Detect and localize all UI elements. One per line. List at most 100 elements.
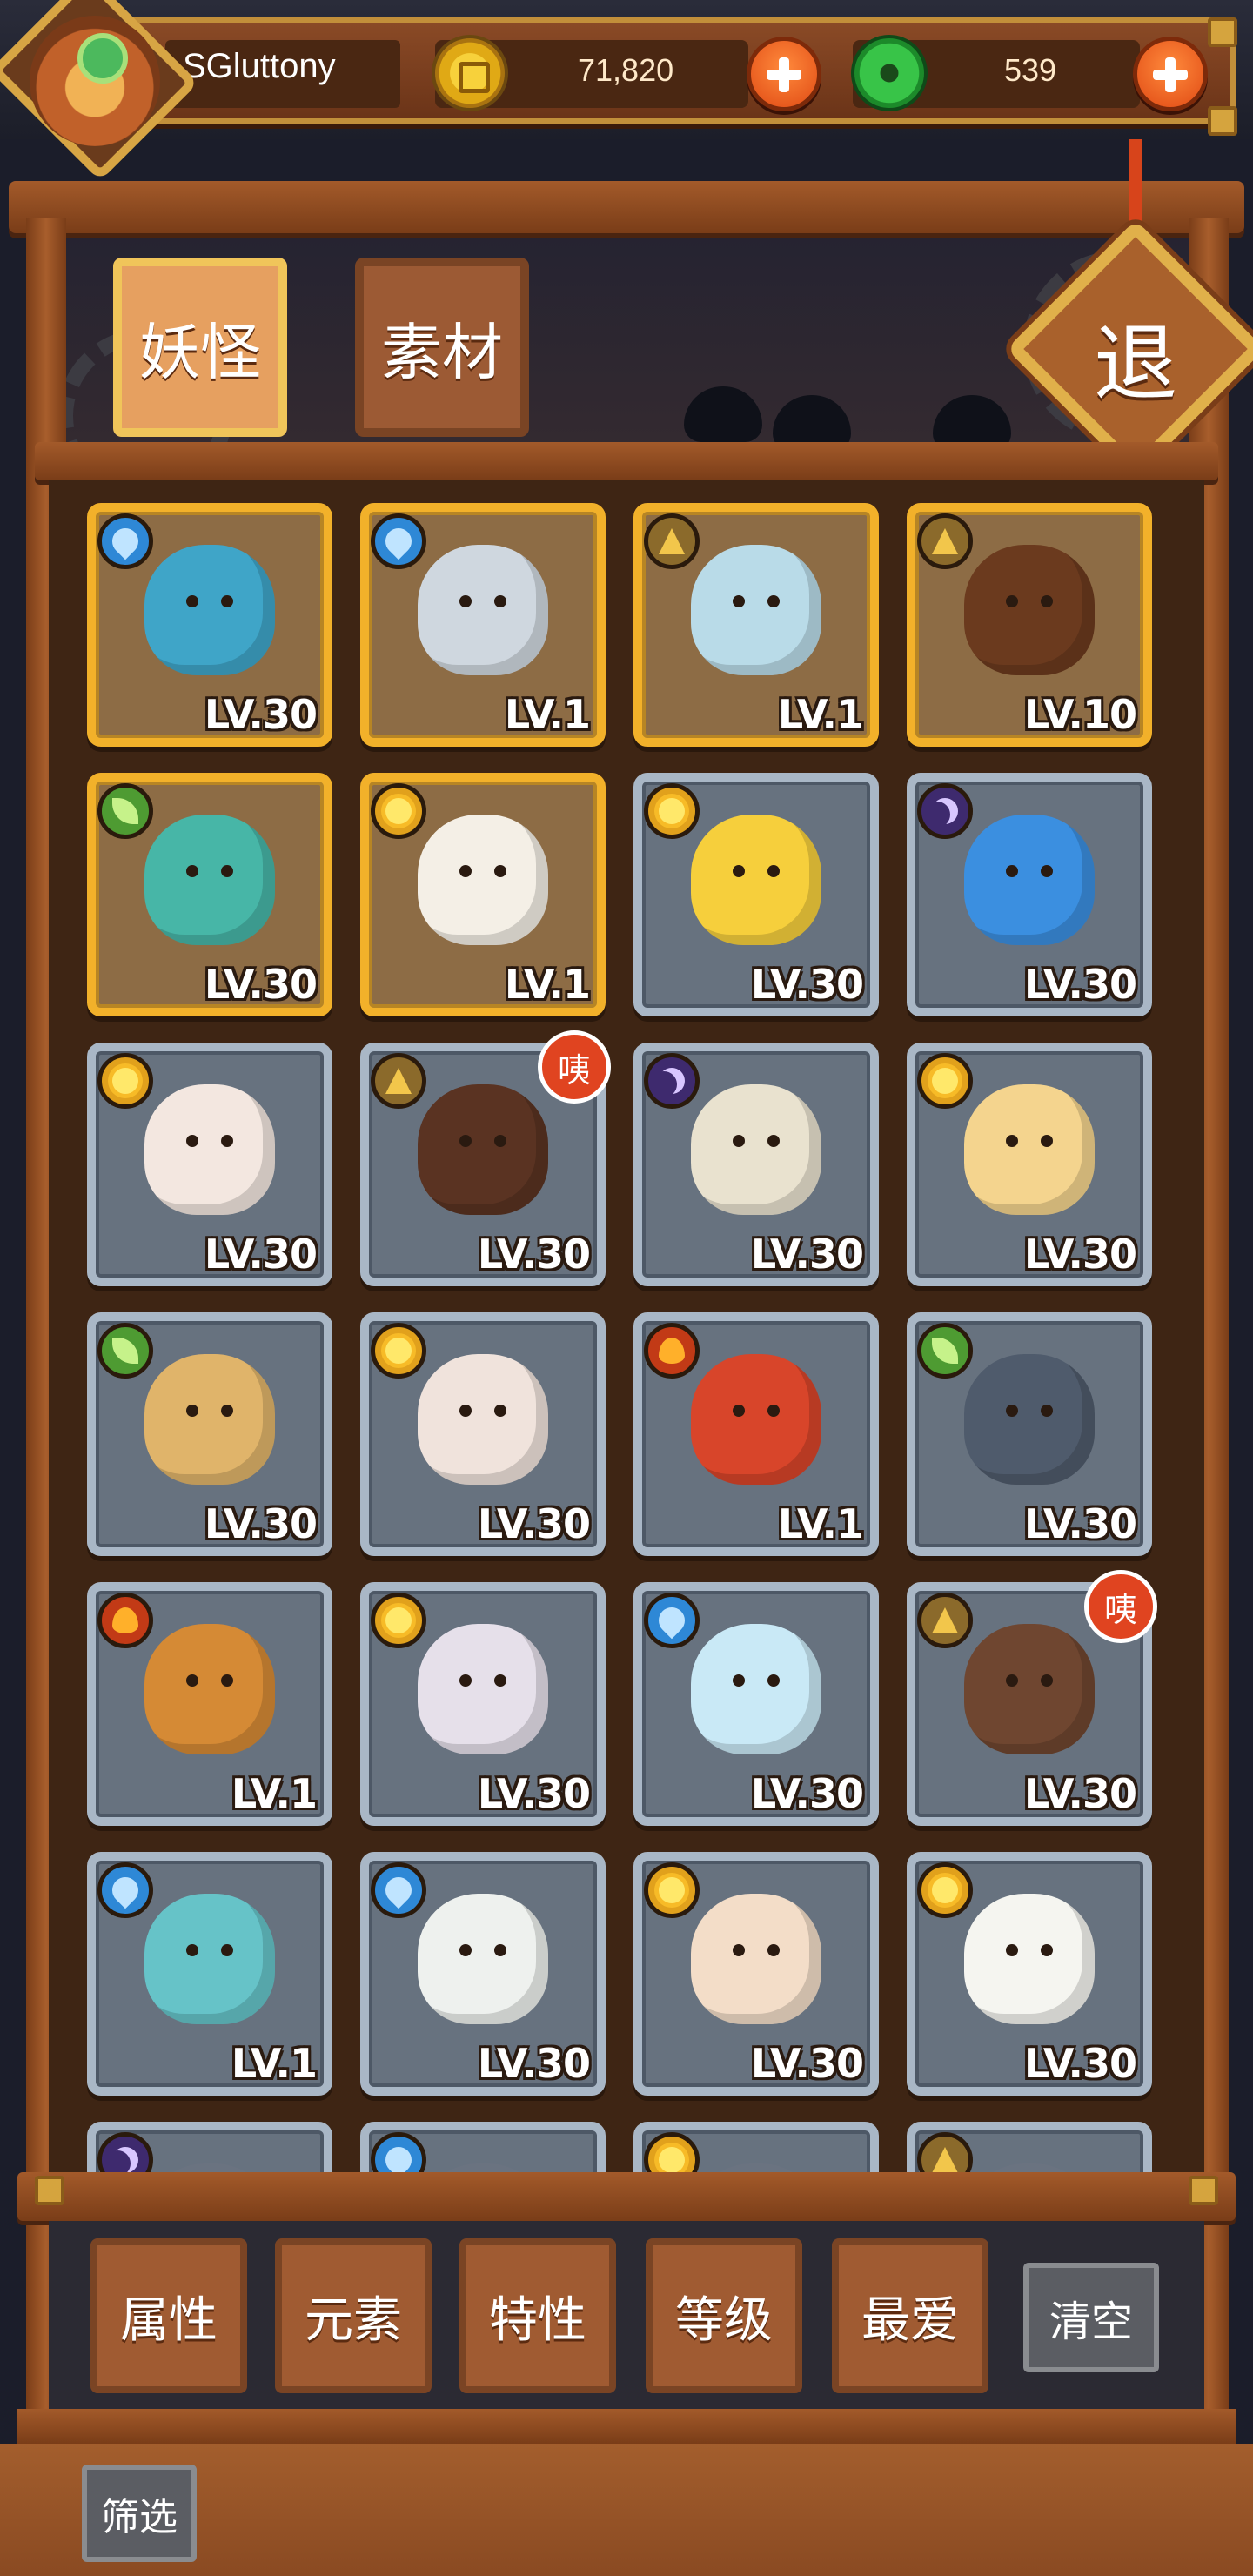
monster-card[interactable] — [633, 2122, 879, 2172]
water-element-icon — [371, 1862, 426, 1918]
coin-count: 71,820 — [578, 52, 674, 88]
monster-card[interactable]: LV.30 — [360, 1582, 606, 1826]
monster-card[interactable]: LV.30 — [360, 1852, 606, 2096]
earth-glyph-icon — [932, 2147, 958, 2172]
level-label: LV.1 — [231, 1770, 318, 1817]
clear-filters-button[interactable]: 清空 — [1023, 2263, 1159, 2372]
dark-glyph-icon — [112, 2147, 138, 2172]
monster-card[interactable]: LV.30 咦 — [907, 1570, 1157, 1826]
level-label: LV.1 — [777, 691, 864, 738]
water-element-icon — [97, 513, 153, 569]
shadow-creature — [684, 386, 762, 442]
tab-materials[interactable]: 素材 — [355, 258, 529, 437]
monster-card[interactable]: LV.30 — [907, 1043, 1152, 1286]
fire-element-icon — [644, 1323, 700, 1379]
monster-card[interactable]: LV.30 — [633, 1582, 879, 1826]
monster-card[interactable]: LV.10 — [907, 503, 1152, 747]
light-element-icon — [644, 783, 700, 839]
tab-monsters[interactable]: 妖怪 — [113, 258, 287, 437]
monster-portrait — [418, 545, 548, 675]
earth-glyph-icon — [932, 528, 958, 554]
level-label: LV.10 — [1023, 691, 1137, 738]
dark-element-icon — [644, 1053, 700, 1109]
monster-grid: LV.30 LV.1 LV.1 LV.10 LV.30 LV.1 LV.30 LV.30 LV.… — [49, 480, 1204, 2172]
monster-card[interactable] — [907, 2122, 1152, 2172]
monster-card[interactable]: LV.30 咦 — [360, 1030, 611, 1286]
monster-portrait — [691, 545, 821, 675]
monster-card[interactable]: LV.30 — [907, 1852, 1152, 2096]
buy-jade-plus-button[interactable] — [1133, 37, 1208, 111]
filter-attribute-button[interactable]: 属性 — [90, 2238, 247, 2393]
monster-card[interactable]: LV.30 — [907, 1312, 1152, 1556]
light-glyph-icon — [932, 1068, 958, 1094]
monster-card[interactable]: LV.30 — [907, 773, 1152, 1016]
new-tag-badge: 咦 — [538, 1030, 611, 1104]
earth-glyph-icon — [385, 1068, 412, 1094]
shelf-ledge-bottom — [17, 2172, 1236, 2221]
light-element-icon — [97, 1053, 153, 1109]
light-glyph-icon — [659, 2147, 685, 2172]
water-glyph-icon — [379, 522, 418, 560]
monster-card[interactable]: LV.1 — [360, 773, 606, 1016]
monster-portrait — [964, 1894, 1095, 2024]
level-label: LV.30 — [477, 1231, 591, 1278]
monster-card[interactable]: LV.30 — [633, 1043, 879, 1286]
monster-portrait — [418, 815, 548, 945]
light-glyph-icon — [659, 798, 685, 824]
monster-card[interactable]: LV.1 — [87, 1852, 332, 2096]
level-label: LV.30 — [1023, 1231, 1137, 1278]
monster-portrait — [691, 2163, 821, 2172]
buy-coins-plus-button[interactable] — [747, 37, 821, 111]
monster-card[interactable]: LV.30 — [87, 773, 332, 1016]
earth-element-icon — [917, 2132, 973, 2172]
level-label: LV.30 — [204, 691, 318, 738]
earth-element-icon — [917, 1593, 973, 1648]
filter-favorite-button[interactable]: 最爱 — [832, 2238, 988, 2393]
filter-trait-button[interactable]: 特性 — [459, 2238, 616, 2393]
monster-card[interactable]: LV.30 — [87, 503, 332, 747]
monster-card[interactable]: LV.30 — [87, 1312, 332, 1556]
monster-portrait — [964, 815, 1095, 945]
monster-card[interactable] — [360, 2122, 606, 2172]
water-glyph-icon — [379, 1871, 418, 1909]
monster-portrait — [144, 1624, 275, 1754]
monster-card[interactable]: LV.30 — [360, 1312, 606, 1556]
dark-glyph-icon — [659, 1068, 685, 1094]
level-label: LV.30 — [204, 1500, 318, 1547]
monster-portrait — [144, 2163, 275, 2172]
monster-card[interactable]: LV.1 — [360, 503, 606, 747]
monster-card[interactable]: LV.30 — [87, 1043, 332, 1286]
username: SGluttony — [183, 47, 336, 85]
level-label: LV.30 — [477, 1770, 591, 1817]
monster-portrait — [691, 1624, 821, 1754]
level-label: LV.30 — [1023, 1770, 1137, 1817]
player-avatar[interactable] — [30, 16, 160, 146]
monster-card[interactable]: LV.30 — [633, 1852, 879, 2096]
monster-card[interactable]: LV.1 — [633, 503, 879, 747]
monster-card[interactable]: LV.1 — [87, 1582, 332, 1826]
filter-element-button[interactable]: 元素 — [275, 2238, 432, 2393]
monster-portrait — [418, 1624, 548, 1754]
light-glyph-icon — [112, 1068, 138, 1094]
filter-screen-button[interactable]: 筛选 — [82, 2465, 197, 2562]
light-glyph-icon — [385, 1607, 412, 1633]
light-element-icon — [644, 2132, 700, 2172]
fire-glyph-icon — [659, 1338, 685, 1364]
fire-element-icon — [97, 1593, 153, 1648]
filter-level-button[interactable]: 等级 — [646, 2238, 802, 2393]
monster-card[interactable] — [87, 2122, 332, 2172]
earth-glyph-icon — [932, 1607, 958, 1633]
monster-card[interactable]: LV.30 — [633, 773, 879, 1016]
monster-portrait — [418, 2163, 548, 2172]
exit-label[interactable]: 退 — [1070, 296, 1201, 413]
wood-element-icon — [917, 1323, 973, 1379]
wood-element-icon — [97, 783, 153, 839]
level-label: LV.1 — [504, 961, 591, 1008]
monster-portrait — [418, 1354, 548, 1485]
level-label: LV.30 — [477, 2040, 591, 2087]
monster-portrait — [418, 1894, 548, 2024]
monster-card[interactable]: LV.1 — [633, 1312, 879, 1556]
corner-stud — [1208, 106, 1237, 136]
monster-portrait — [964, 1354, 1095, 1485]
level-label: LV.30 — [1023, 1500, 1137, 1547]
